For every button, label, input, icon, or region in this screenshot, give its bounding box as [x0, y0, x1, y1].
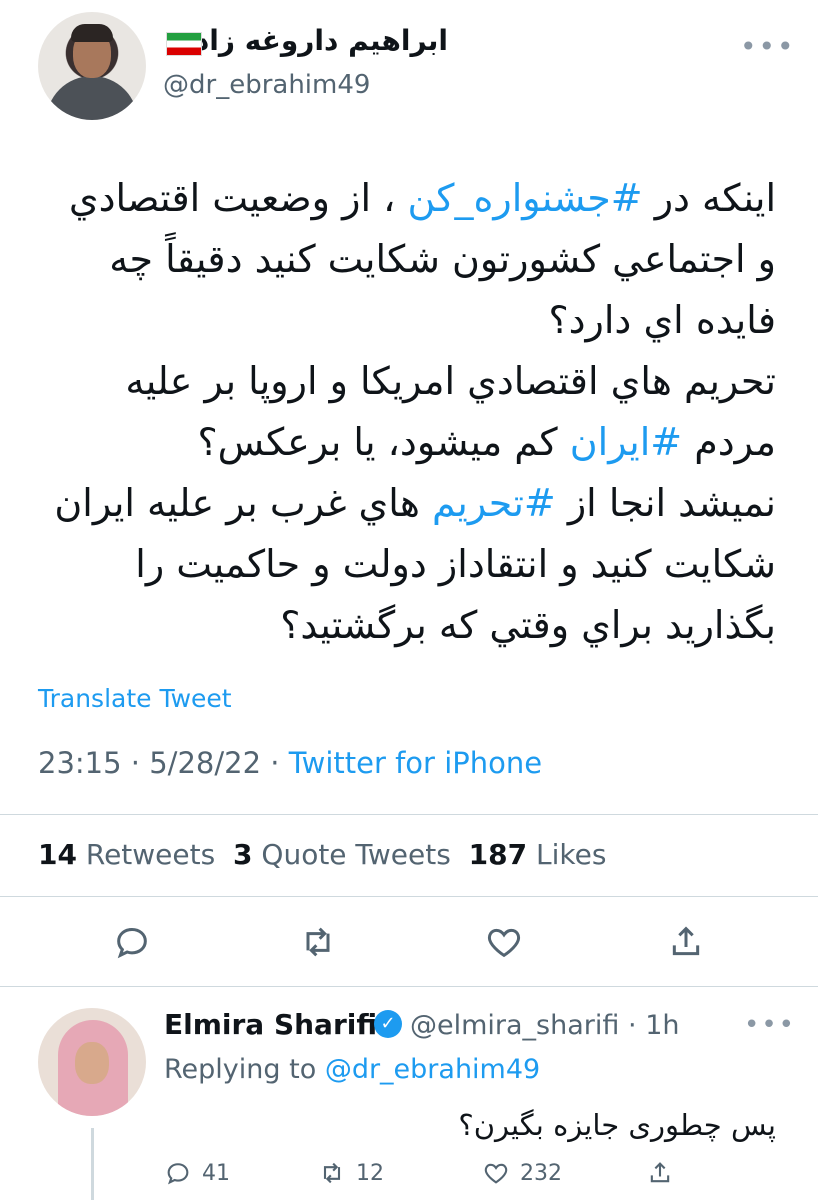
- tweet-text-segment: نمیشد انجا از: [555, 481, 776, 525]
- author-display-name[interactable]: ابراهیم داروغه زاده: [178, 24, 448, 57]
- tweet-text-segment: ، از وضعیت اقتصادي: [68, 176, 408, 220]
- reply-icon: [167, 1163, 189, 1185]
- meta-separator: ·: [270, 746, 280, 780]
- share-icon[interactable]: [666, 922, 706, 962]
- likes-stat[interactable]: 187 Likes: [469, 838, 607, 871]
- author-handle[interactable]: @dr_ebrahim49: [163, 70, 370, 100]
- share-icon: [650, 1162, 670, 1183]
- hashtag-link[interactable]: #تحریم: [432, 481, 556, 525]
- quotes-label: Quote Tweets: [261, 838, 451, 871]
- reply-text: پس چطوری جایزه بگیرن؟: [458, 1108, 776, 1142]
- tweet-stats: 14 Retweets 3 Quote Tweets 187 Likes: [38, 838, 606, 871]
- reply-reply-count: 41: [202, 1160, 230, 1186]
- iran-flag-icon: [166, 32, 202, 56]
- reply-reply-action[interactable]: 41: [164, 1158, 230, 1188]
- divider: [0, 896, 818, 897]
- like-icon[interactable]: [484, 922, 524, 962]
- thread-line: [91, 1128, 94, 1200]
- retweet-icon[interactable]: [298, 922, 338, 962]
- translate-tweet-link[interactable]: Translate Tweet: [38, 684, 232, 713]
- reply-handle-line: @elmira_sharifi · 1h: [410, 1010, 679, 1041]
- tweet-source-link[interactable]: Twitter for iPhone: [289, 746, 542, 780]
- divider: [0, 814, 818, 815]
- tweet-text-line: تحریم هاي اقتصادي امریکا و اروپا بر علیه: [125, 359, 776, 403]
- reply-like-action[interactable]: 232: [482, 1158, 562, 1188]
- reply-age[interactable]: 1h: [645, 1010, 679, 1041]
- tweet-meta: 23:15 · 5/28/22 · Twitter for iPhone: [38, 746, 542, 780]
- tweet-text-line: فایده اي دارد؟: [548, 298, 776, 342]
- avatar-shoulders: [46, 76, 138, 120]
- tweet-text-segment: کم میشود، یا برعکس؟: [197, 420, 570, 464]
- likes-label: Likes: [536, 838, 607, 871]
- meta-separator: ·: [130, 746, 141, 780]
- reply-author-name[interactable]: Elmira Sharifi: [164, 1008, 377, 1041]
- retweets-count: 14: [38, 838, 77, 871]
- reply-like-count: 232: [520, 1160, 562, 1186]
- verified-badge-icon: ✓: [374, 1010, 402, 1038]
- likes-count: 187: [468, 838, 528, 871]
- tweet-time: 23:15: [38, 746, 122, 780]
- reply-share-action[interactable]: [646, 1158, 674, 1188]
- tweet-text-line: شکایت کنید و انتقاداز دولت و حاکمیت را: [135, 542, 776, 586]
- hashtag-link[interactable]: #ایران: [570, 420, 682, 464]
- tweet-text: اینکه در #جشنواره_کن ، از وضعیت اقتصادي …: [16, 168, 776, 656]
- tweet-text-line: و اجتماعي کشورتون شکایت کنید دقیقاً چه: [109, 237, 776, 281]
- tweet-text-segment: هاي غرب بر علیه ایران: [54, 481, 432, 525]
- replying-mention-link[interactable]: @dr_ebrahim49: [325, 1054, 540, 1085]
- replying-prefix: Replying to: [164, 1054, 317, 1085]
- replying-to: Replying to @dr_ebrahim49: [164, 1054, 540, 1085]
- avatar-face: [75, 1042, 109, 1084]
- avatar-hair: [71, 24, 113, 42]
- tweet-text-segment: اینکه در: [642, 176, 776, 220]
- meta-separator: ·: [628, 1010, 637, 1041]
- retweets-label: Retweets: [85, 838, 216, 871]
- reply-author-handle[interactable]: @elmira_sharifi: [410, 1010, 619, 1041]
- reply-retweet-action[interactable]: 12: [318, 1158, 384, 1188]
- reply-more-options-icon[interactable]: •••: [744, 1010, 796, 1040]
- quotes-count: 3: [233, 838, 253, 871]
- divider: [0, 986, 818, 987]
- like-icon: [484, 1163, 508, 1184]
- hashtag-link[interactable]: #جشنواره_کن: [407, 176, 642, 220]
- retweet-icon: [323, 1162, 341, 1184]
- tweet-text-segment: مردم: [682, 420, 776, 464]
- quotes-stat[interactable]: 3 Quote Tweets: [233, 838, 451, 871]
- author-avatar[interactable]: [38, 12, 146, 120]
- tweet-text-line: بگذارید براي وقتي که برگشتید؟: [280, 603, 776, 647]
- more-options-icon[interactable]: •••: [740, 30, 796, 63]
- tweet-date[interactable]: 5/28/22: [149, 746, 261, 780]
- reply-icon[interactable]: [112, 922, 152, 962]
- reply-author-avatar[interactable]: [38, 1008, 146, 1116]
- retweets-stat[interactable]: 14 Retweets: [38, 838, 215, 871]
- reply-retweet-count: 12: [356, 1160, 384, 1186]
